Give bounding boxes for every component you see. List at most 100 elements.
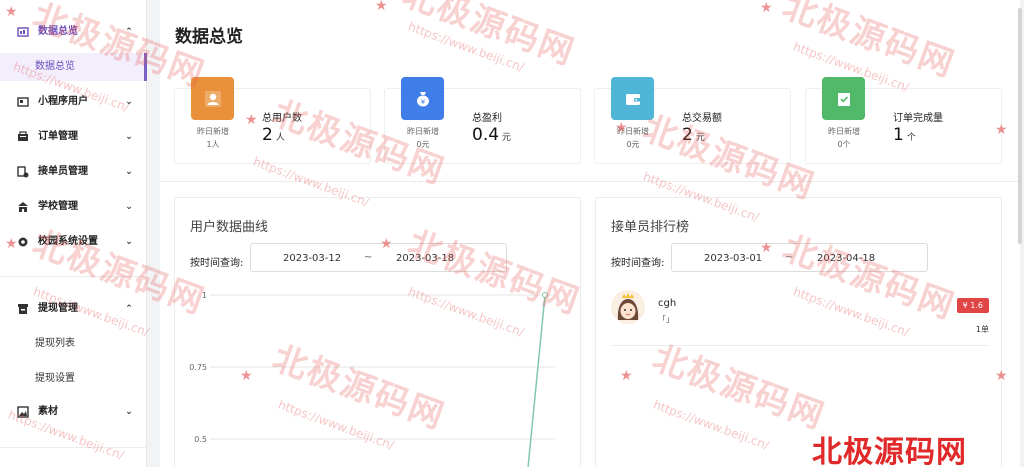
nav-withdraw[interactable]: 提现管理 ⌃ <box>0 294 147 324</box>
section-divider <box>160 181 1020 182</box>
stat-card-volume: 昨日新增 0元 总交易额 2元 <box>594 77 791 164</box>
dashboard-icon <box>17 27 29 37</box>
stat-number: 0.4 <box>472 125 500 145</box>
watermark-brand-solid: 北极源码网 <box>812 435 967 467</box>
ranking-amount-badge: ¥ 1.6 <box>956 298 989 313</box>
page-title: 数据总览 <box>175 27 243 47</box>
nav-withdraw-list-label: 提现列表 <box>35 338 75 349</box>
stat-value: 2人 <box>262 125 285 145</box>
stat-sub-label: 昨日新增 <box>197 127 229 136</box>
svg-text:¥: ¥ <box>420 98 425 106</box>
stat-sub-value: 0元 <box>626 140 640 149</box>
nav-materials-label: 素材 <box>38 406 58 417</box>
ranking-query-label: 按时间查询: <box>611 258 665 269</box>
orders-icon <box>18 131 28 141</box>
stat-title: 总用户数 <box>262 113 302 124</box>
chart-y-tick-label: 1 <box>202 291 207 300</box>
stat-unit: 元 <box>695 133 705 143</box>
stat-number: 1 <box>893 125 904 145</box>
user-chart-date-start[interactable]: 2023-03-12 <box>283 253 341 264</box>
nav-withdraw-settings-label: 提现设置 <box>35 373 75 384</box>
ranking-school: 「」 <box>658 315 674 324</box>
sidebar-divider <box>0 447 147 448</box>
ranking-name: cgh <box>658 298 677 309</box>
user-chart-title: 用户数据曲线 <box>190 220 269 235</box>
stat-value: 2元 <box>682 125 705 145</box>
nav-orders-label: 订单管理 <box>38 131 78 142</box>
stat-unit: 人 <box>275 133 285 143</box>
stat-sub-value: 0元 <box>416 140 430 149</box>
wallet-icon <box>611 77 654 120</box>
main-area: 数据总览 昨日新增 1人 总用户数 2人 ¥ 昨日新增 0元 总盈利 0.4 元 … <box>160 0 1024 467</box>
nav-materials[interactable]: 素材 ⌄ <box>0 397 147 427</box>
avatar <box>611 290 645 324</box>
user-chart-date-end[interactable]: 2023-03-18 <box>396 253 454 264</box>
nav-mini-users[interactable]: 小程序用户 ⌄ <box>0 87 147 117</box>
withdraw-icon <box>18 304 28 314</box>
stat-title: 总盈利 <box>472 113 502 124</box>
ranking-date-start[interactable]: 2023-03-01 <box>704 253 762 264</box>
user-icon <box>191 77 234 120</box>
user-chart-panel: 用户数据曲线 按时间查询: 2023-03-12 ~ 2023-03-18 1 0… <box>174 197 581 467</box>
chart-y-tick-label: 0.75 <box>189 363 207 372</box>
user-data-chart: 1 0.75 0.5 <box>189 291 555 467</box>
nav-dashboard[interactable]: 数据总览 ⌃ <box>0 17 147 47</box>
stat-card-users: 昨日新增 1人 总用户数 2人 <box>174 77 371 164</box>
stat-unit: 个 <box>906 133 916 143</box>
stat-card-profit: ¥ 昨日新增 0元 总盈利 0.4 元 <box>384 77 581 164</box>
nav-couriers-label: 接单员管理 <box>38 166 88 177</box>
stat-title: 订单完成量 <box>893 113 943 124</box>
ranking-date-separator: ~ <box>785 252 794 263</box>
courier-icon <box>17 166 29 178</box>
chevron-down-icon: ⌄ <box>125 97 133 107</box>
sidebar-divider <box>0 276 147 277</box>
stat-number: 2 <box>262 125 273 145</box>
chevron-down-icon: ⌄ <box>125 407 133 417</box>
chart-y-tick-label: 0.5 <box>194 435 207 444</box>
user-chart-date-range[interactable]: 2023-03-12 ~ 2023-03-18 <box>250 243 507 272</box>
nav-withdraw-label: 提现管理 <box>38 303 78 314</box>
user-chart-query-label: 按时间查询: <box>190 258 244 269</box>
nav-orders[interactable]: 订单管理 ⌄ <box>0 122 147 152</box>
nav-couriers[interactable]: 接单员管理 ⌄ <box>0 157 147 187</box>
ranking-title: 接单员排行榜 <box>611 220 690 235</box>
stat-sub-label: 昨日新增 <box>407 127 439 136</box>
chevron-down-icon: ⌄ <box>125 202 133 212</box>
users-icon <box>17 97 29 107</box>
nav-dashboard-label: 数据总览 <box>38 26 78 37</box>
chevron-down-icon: ⌄ <box>125 132 133 142</box>
stat-card-orders: 昨日新增 0个 订单完成量 1个 <box>805 77 1002 164</box>
stat-value: 1个 <box>893 125 916 145</box>
nav-schools[interactable]: 学校管理 ⌄ <box>0 192 147 222</box>
user-chart-date-separator: ~ <box>364 252 373 263</box>
order-bag-icon <box>822 77 865 120</box>
nav-campus-settings-label: 校园系统设置 <box>38 236 98 247</box>
stat-sub-label: 昨日新增 <box>828 127 860 136</box>
nav-campus-settings[interactable]: 校园系统设置 ⌄ <box>0 227 147 257</box>
ranking-date-end[interactable]: 2023-04-18 <box>817 253 875 264</box>
nav-schools-label: 学校管理 <box>38 201 78 212</box>
page-panel: 数据总览 昨日新增 1人 总用户数 2人 ¥ 昨日新增 0元 总盈利 0.4 元 … <box>160 0 1020 467</box>
money-bag-icon: ¥ <box>401 77 444 120</box>
ranking-date-range[interactable]: 2023-03-01 ~ 2023-04-18 <box>671 243 928 272</box>
page-scrollbar[interactable] <box>1018 8 1022 244</box>
chevron-up-icon: ⌃ <box>125 304 133 314</box>
stat-sub-value: 1人 <box>206 140 220 149</box>
nav-dashboard-overview[interactable]: 数据总览 <box>0 53 147 81</box>
chevron-down-icon: ⌄ <box>125 167 133 177</box>
stat-sub-value: 0个 <box>837 140 851 149</box>
chart-data-point[interactable] <box>542 292 548 298</box>
chevron-up-icon: ⌃ <box>125 27 133 37</box>
nav-withdraw-list[interactable]: 提现列表 <box>0 330 147 358</box>
stat-value: 0.4 元 <box>472 125 511 145</box>
nav-dashboard-overview-label: 数据总览 <box>35 61 75 72</box>
nav-withdraw-settings[interactable]: 提现设置 <box>0 365 147 393</box>
ranking-list-item[interactable]: cgh 「」 ¥ 1.6 1单 <box>611 290 989 346</box>
sidebar: 数据总览 ⌃ 数据总览 小程序用户 ⌄ 订单管理 ⌄ 接单员管理 ⌄ 学校管理 … <box>0 0 147 467</box>
ranking-order-count: 1单 <box>975 325 989 334</box>
school-icon <box>18 202 28 212</box>
stat-unit: 元 <box>502 133 512 143</box>
chevron-down-icon: ⌄ <box>125 237 133 247</box>
nav-mini-users-label: 小程序用户 <box>38 96 88 107</box>
stat-number: 2 <box>682 125 693 145</box>
